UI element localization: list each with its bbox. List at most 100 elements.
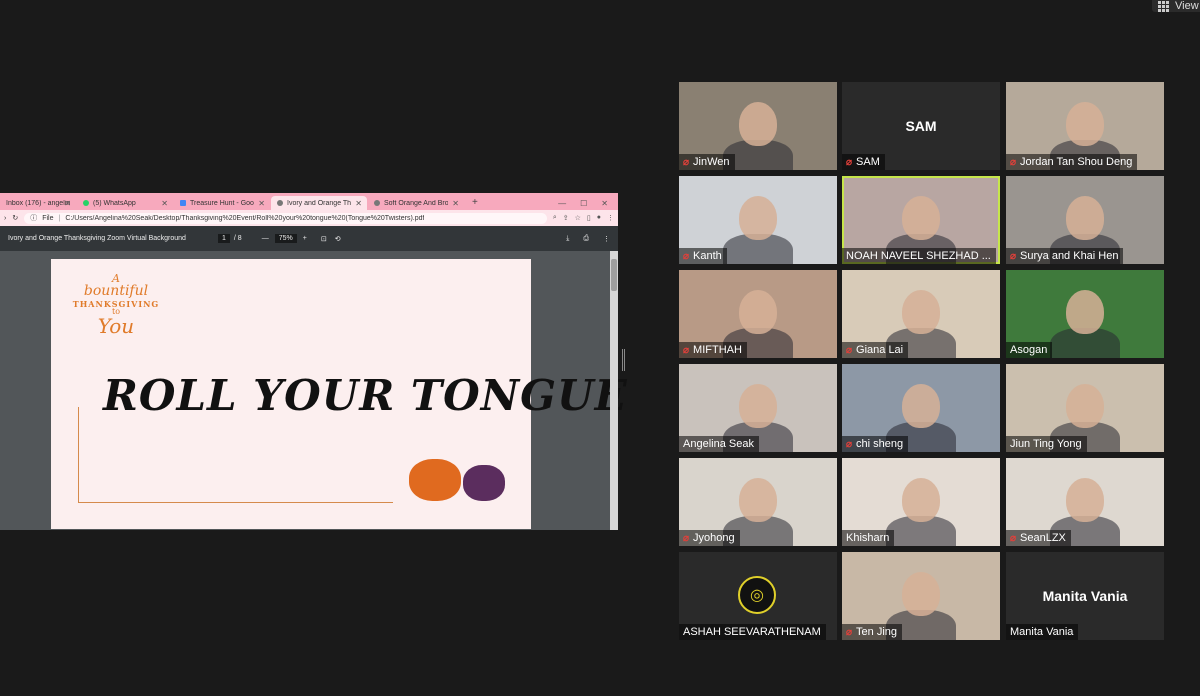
participant-name: Jiun Ting Yong <box>1010 438 1082 450</box>
more-icon[interactable]: ⋮ <box>603 235 610 243</box>
browser-tab[interactable]: Soft Orange And Brown✕ <box>368 196 464 210</box>
new-tab-button[interactable]: + <box>472 197 478 208</box>
participant-name: MIFTHAH <box>693 344 742 356</box>
muted-mic-icon: ⌀ <box>1010 532 1017 544</box>
docs-icon <box>180 200 186 206</box>
download-icon[interactable]: ⤓ <box>566 235 569 243</box>
address-bar[interactable]: ⓘ File | C:/Users/Angelina%20Seak/Deskto… <box>24 212 547 224</box>
participant-tile[interactable]: ⌀ Giana Lai <box>842 270 1000 358</box>
participant-tile[interactable]: ⌀ SeanLZX <box>1006 458 1164 546</box>
participant-name: Manita Vania <box>1010 626 1074 638</box>
search-icon[interactable]: ⌕ <box>553 214 557 222</box>
maximize-icon[interactable]: ☐ <box>580 199 587 208</box>
muted-mic-icon: ⌀ <box>1010 156 1017 168</box>
close-tab-icon[interactable]: ✕ <box>64 199 71 208</box>
muted-mic-icon: ⌀ <box>846 626 853 638</box>
minimize-icon[interactable]: — <box>558 199 566 208</box>
participant-name: Giana Lai <box>856 344 904 356</box>
participant-tile[interactable]: NOAH NAVEEL SHEZHAD ... <box>842 176 1000 264</box>
fit-page-icon[interactable]: ⊡ <box>321 235 327 243</box>
zoom-level[interactable]: 75% <box>274 234 297 243</box>
info-icon: ⓘ <box>30 215 38 222</box>
participant-name-bar: ⌀ Jordan Tan Shou Deng <box>1006 154 1138 170</box>
participant-tile[interactable]: ⌀ MIFTHAH <box>679 270 837 358</box>
back-icon[interactable]: › <box>4 215 6 222</box>
close-tab-icon[interactable]: ✕ <box>452 199 459 208</box>
participant-video-face <box>902 196 940 240</box>
close-tab-icon[interactable]: ✕ <box>258 199 265 208</box>
participant-tile[interactable]: SAM ⌀ SAM <box>842 82 1000 170</box>
participant-name: JinWen <box>693 156 730 168</box>
participant-video-face <box>739 478 777 522</box>
participant-video-face <box>1066 196 1104 240</box>
browser-tab-bar: Inbox (176) - angelinaseak✕ (5) WhatsApp… <box>0 193 618 210</box>
gallery-grid-icon <box>1158 0 1169 12</box>
scrollbar[interactable] <box>610 251 618 530</box>
participant-name-bar: ⌀ SeanLZX <box>1006 530 1071 546</box>
participant-tile[interactable]: Asogan <box>1006 270 1164 358</box>
close-tab-icon[interactable]: ✕ <box>355 199 362 208</box>
resize-handle[interactable] <box>622 349 625 371</box>
page-input[interactable]: 1 <box>218 234 230 243</box>
muted-mic-icon: ⌀ <box>683 344 690 356</box>
view-button[interactable]: View <box>1152 0 1200 12</box>
participant-name: chi sheng <box>856 438 904 450</box>
scrollbar-thumb[interactable] <box>611 259 617 291</box>
purple-pumpkin-mug-illustration <box>463 465 505 501</box>
muted-mic-icon: ⌀ <box>846 156 853 168</box>
participant-name-bar: ASHAH SEEVARATHENAM <box>679 624 826 640</box>
muted-mic-icon: ⌀ <box>846 438 853 450</box>
rotate-icon[interactable]: ⟲ <box>335 235 341 243</box>
participant-video-face <box>739 290 777 334</box>
browser-tab[interactable]: Inbox (176) - angelinaseak✕ <box>0 196 76 210</box>
participant-name-bar: Asogan <box>1006 342 1053 358</box>
participant-name-bar: ⌀ Surya and Khai Hen <box>1006 248 1124 264</box>
zoom-out-button[interactable]: — <box>262 235 269 242</box>
close-tab-icon[interactable]: ✕ <box>161 199 168 208</box>
participant-tile[interactable]: Angelina Seak <box>679 364 837 452</box>
participant-tile[interactable]: ⌀ Ten Jing <box>842 552 1000 640</box>
zoom-in-button[interactable]: + <box>303 235 307 242</box>
pdf-viewer[interactable]: A bountiful THANKSGIVING to You ROLL YOU… <box>0 251 627 530</box>
address-path: C:/Users/Angelina%20Seak/Desktop/Thanksg… <box>65 214 425 222</box>
participant-name-bar: Khisharn <box>842 530 895 546</box>
participant-name-bar: ⌀ Jyohong <box>679 530 740 546</box>
participant-tile[interactable]: ⌀ JinWen <box>679 82 837 170</box>
browser-tab-active[interactable]: Ivory and Orange Thanksg✕ <box>271 196 367 210</box>
participant-tile[interactable]: ⌀ Jyohong <box>679 458 837 546</box>
participant-name: NOAH NAVEEL SHEZHAD ... <box>846 250 991 262</box>
browser-tab[interactable]: (5) WhatsApp ✕ <box>77 196 173 210</box>
reload-icon[interactable]: ↻ <box>12 214 18 222</box>
address-scheme: File <box>42 214 54 222</box>
share-icon[interactable]: ⇪ <box>563 214 569 222</box>
close-window-icon[interactable]: ✕ <box>601 199 608 208</box>
participant-name-bar: NOAH NAVEEL SHEZHAD ... <box>842 248 996 264</box>
participant-name: Jyohong <box>693 532 735 544</box>
browser-tab[interactable]: Treasure Hunt - Google D✕ <box>174 196 270 210</box>
sidebar-icon[interactable]: ▯ <box>587 214 591 222</box>
participant-display-name: SAM <box>905 118 937 134</box>
participant-tile[interactable]: Khisharn <box>842 458 1000 546</box>
participant-tile[interactable]: Jiun Ting Yong <box>1006 364 1164 452</box>
muted-mic-icon: ⌀ <box>846 344 853 356</box>
whatsapp-icon <box>83 200 89 206</box>
profile-avatar[interactable]: ● <box>597 214 601 222</box>
participant-tile[interactable]: ⌀ Surya and Khai Hen <box>1006 176 1164 264</box>
profile-logo-icon: ◎ <box>738 576 776 614</box>
pdf-title: Ivory and Orange Thanksgiving Zoom Virtu… <box>8 235 186 242</box>
participant-name-bar: ⌀ SAM <box>842 154 885 170</box>
participant-tile[interactable]: Manita Vania Manita Vania <box>1006 552 1164 640</box>
slide-frame-line <box>78 502 393 503</box>
print-icon[interactable]: ⎙ <box>583 235 589 243</box>
address-bar-row: › ↻ ⓘ File | C:/Users/Angelina%20Seak/De… <box>0 210 618 226</box>
participant-name-bar: Jiun Ting Yong <box>1006 436 1087 452</box>
participant-name: Ten Jing <box>856 626 898 638</box>
participant-tile[interactable]: ◎ ASHAH SEEVARATHENAM <box>679 552 837 640</box>
participant-video-face <box>739 196 777 240</box>
menu-icon[interactable]: ⋮ <box>607 214 614 222</box>
participant-tile[interactable]: ⌀ chi sheng <box>842 364 1000 452</box>
star-icon[interactable]: ☆ <box>575 214 581 222</box>
participant-tile[interactable]: ⌀ Jordan Tan Shou Deng <box>1006 82 1164 170</box>
window-controls: — ☐ ✕ <box>558 199 618 208</box>
participant-tile[interactable]: ⌀ Kanth <box>679 176 837 264</box>
